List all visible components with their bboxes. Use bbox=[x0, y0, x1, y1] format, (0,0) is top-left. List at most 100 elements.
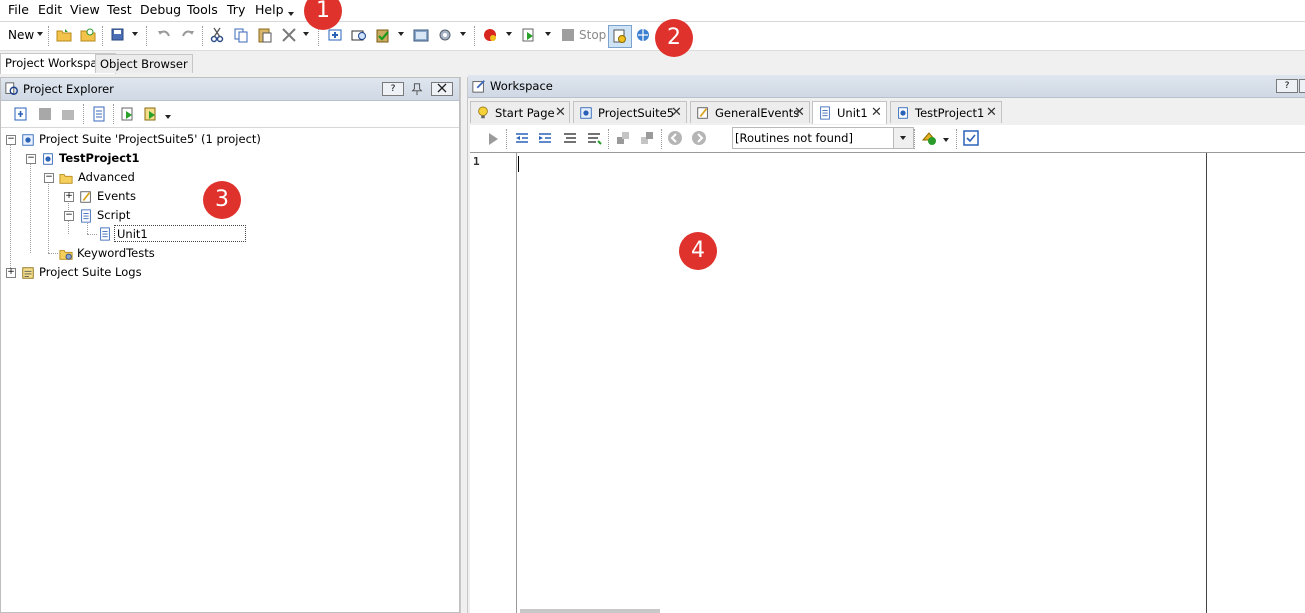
doc-tab-label: TestProject1 bbox=[915, 106, 985, 120]
tree-item-project-suite[interactable]: Project Suite 'ProjectSuite5' (1 project… bbox=[39, 131, 261, 148]
settings-icon[interactable] bbox=[437, 27, 453, 43]
code-completion-icon[interactable] bbox=[963, 130, 979, 146]
help-button[interactable]: ? bbox=[1276, 79, 1298, 93]
pin-icon[interactable] bbox=[410, 82, 424, 96]
delete-icon[interactable] bbox=[281, 27, 297, 43]
doc-tab-start-page[interactable]: Start Page ✕ bbox=[470, 101, 570, 123]
outdent-icon[interactable] bbox=[514, 130, 530, 146]
delete-dropdown-arrow-icon[interactable] bbox=[303, 32, 309, 36]
copy-icon[interactable] bbox=[233, 27, 249, 43]
doc-tab-label: Start Page bbox=[495, 106, 555, 120]
record-icon[interactable] bbox=[482, 27, 498, 43]
add-code-dropdown-arrow-icon[interactable] bbox=[943, 138, 949, 142]
run-icon[interactable] bbox=[521, 27, 537, 43]
comment-icon[interactable] bbox=[562, 130, 578, 146]
open-folder-icon[interactable] bbox=[56, 27, 72, 43]
cut-icon[interactable] bbox=[209, 27, 225, 43]
doc-tab-label: ProjectSuite5 bbox=[598, 106, 675, 120]
panel-options-button[interactable] bbox=[1299, 79, 1305, 93]
close-icon[interactable]: ✕ bbox=[671, 102, 682, 124]
run-dropdown-arrow-icon[interactable] bbox=[545, 32, 551, 36]
object-spy-icon[interactable] bbox=[351, 27, 367, 43]
menu-try[interactable]: Try bbox=[227, 2, 245, 17]
close-icon[interactable]: ✕ bbox=[871, 102, 882, 124]
tree-expander[interactable]: + bbox=[64, 192, 74, 202]
save-all-icon[interactable] bbox=[110, 27, 126, 43]
new-button[interactable]: New bbox=[8, 28, 34, 42]
menu-tools[interactable]: Tools bbox=[187, 2, 218, 17]
network-suite-icon[interactable] bbox=[635, 27, 651, 43]
stop-icon[interactable] bbox=[560, 27, 576, 43]
stop-button-label[interactable]: Stop bbox=[579, 28, 606, 42]
tree-item-project[interactable]: TestProject1 bbox=[59, 150, 140, 167]
close-icon[interactable]: ✕ bbox=[555, 102, 566, 124]
line-number: 1 bbox=[473, 155, 480, 168]
line-number-gutter: 1 bbox=[470, 153, 517, 613]
add-project-icon[interactable] bbox=[327, 27, 343, 43]
tab-object-browser[interactable]: Object Browser bbox=[95, 54, 193, 73]
menu-help[interactable]: Help bbox=[255, 2, 284, 17]
screenshot-icon[interactable] bbox=[413, 27, 429, 43]
remove-item-icon[interactable] bbox=[37, 106, 53, 122]
menu-debug[interactable]: Debug bbox=[140, 2, 181, 17]
close-panel-button[interactable] bbox=[431, 82, 453, 96]
tree-item-script[interactable]: Script bbox=[97, 207, 130, 224]
toolbar-separator bbox=[146, 26, 148, 46]
doc-tab-projectsuite5[interactable]: ProjectSuite5 ✕ bbox=[573, 101, 687, 123]
new-dropdown-arrow-icon[interactable] bbox=[37, 32, 43, 36]
tree-expander[interactable]: − bbox=[44, 173, 54, 183]
doc-tab-testproject1[interactable]: TestProject1 ✕ bbox=[890, 101, 1002, 123]
code-editor[interactable]: 1 bbox=[470, 153, 1305, 613]
routines-dropdown[interactable]: [Routines not found] bbox=[732, 127, 914, 149]
add-item-icon[interactable] bbox=[13, 106, 29, 122]
main-toolbar: New Stop bbox=[0, 22, 1305, 51]
record-dropdown-arrow-icon[interactable] bbox=[506, 32, 512, 36]
run-project-icon[interactable] bbox=[120, 106, 136, 122]
doc-tab-generalevents[interactable]: GeneralEvents ✕ bbox=[690, 101, 810, 123]
menu-overflow-arrow-icon[interactable] bbox=[288, 12, 294, 16]
rename-item-icon[interactable] bbox=[60, 106, 76, 122]
run-selected-dropdown-arrow-icon[interactable] bbox=[165, 115, 171, 119]
settings-dropdown-arrow-icon[interactable] bbox=[460, 32, 466, 36]
tree-item-unit1[interactable]: Unit1 bbox=[114, 225, 246, 242]
menu-view[interactable]: View bbox=[70, 2, 100, 17]
menu-edit[interactable]: Edit bbox=[38, 2, 62, 17]
tree-expander[interactable]: + bbox=[6, 268, 16, 278]
undo-icon[interactable] bbox=[156, 27, 172, 43]
add-code-icon[interactable] bbox=[921, 130, 937, 146]
chevron-down-icon[interactable] bbox=[893, 128, 913, 148]
tree-expander[interactable]: − bbox=[64, 211, 74, 221]
run-routine-icon[interactable] bbox=[486, 131, 500, 147]
run-selected-icon[interactable] bbox=[143, 106, 159, 122]
close-icon[interactable]: ✕ bbox=[794, 102, 805, 124]
annotation-badge: 4 bbox=[679, 232, 717, 270]
navigate-forward-icon[interactable] bbox=[691, 130, 707, 146]
bookmark-prev-icon[interactable] bbox=[615, 130, 631, 146]
tree-expander[interactable]: − bbox=[6, 135, 16, 145]
tree-item-project-suite-logs[interactable]: Project Suite Logs bbox=[39, 264, 142, 281]
paste-icon[interactable] bbox=[257, 27, 273, 43]
tree-item-events[interactable]: Events bbox=[97, 188, 136, 205]
indent-icon[interactable] bbox=[537, 130, 553, 146]
navigate-back-icon[interactable] bbox=[667, 130, 683, 146]
uncomment-icon[interactable] bbox=[586, 130, 602, 146]
tree-expander[interactable]: − bbox=[26, 154, 36, 164]
redo-icon[interactable] bbox=[180, 27, 196, 43]
tree-item-advanced[interactable]: Advanced bbox=[78, 169, 135, 186]
save-dropdown-arrow-icon[interactable] bbox=[132, 32, 138, 36]
bookmark-next-icon[interactable] bbox=[639, 130, 655, 146]
close-icon[interactable]: ✕ bbox=[986, 102, 997, 124]
checkpoint-dropdown-arrow-icon[interactable] bbox=[398, 32, 404, 36]
menu-test[interactable]: Test bbox=[107, 2, 132, 17]
help-button[interactable]: ? bbox=[382, 82, 404, 96]
properties-icon[interactable] bbox=[91, 106, 107, 122]
panel-splitter[interactable] bbox=[460, 77, 468, 613]
toggle-pressed-button[interactable] bbox=[608, 25, 632, 48]
doc-tab-unit1[interactable]: Unit1 ✕ bbox=[812, 101, 887, 124]
tree-item-keyword-tests[interactable]: KeywordTests bbox=[77, 245, 155, 262]
menu-file[interactable]: File bbox=[8, 2, 29, 17]
horizontal-scrollbar-thumb[interactable] bbox=[520, 609, 660, 613]
checkpoint-icon[interactable] bbox=[375, 27, 391, 43]
toolbar-separator bbox=[113, 104, 115, 124]
open-recent-icon[interactable] bbox=[80, 27, 96, 43]
